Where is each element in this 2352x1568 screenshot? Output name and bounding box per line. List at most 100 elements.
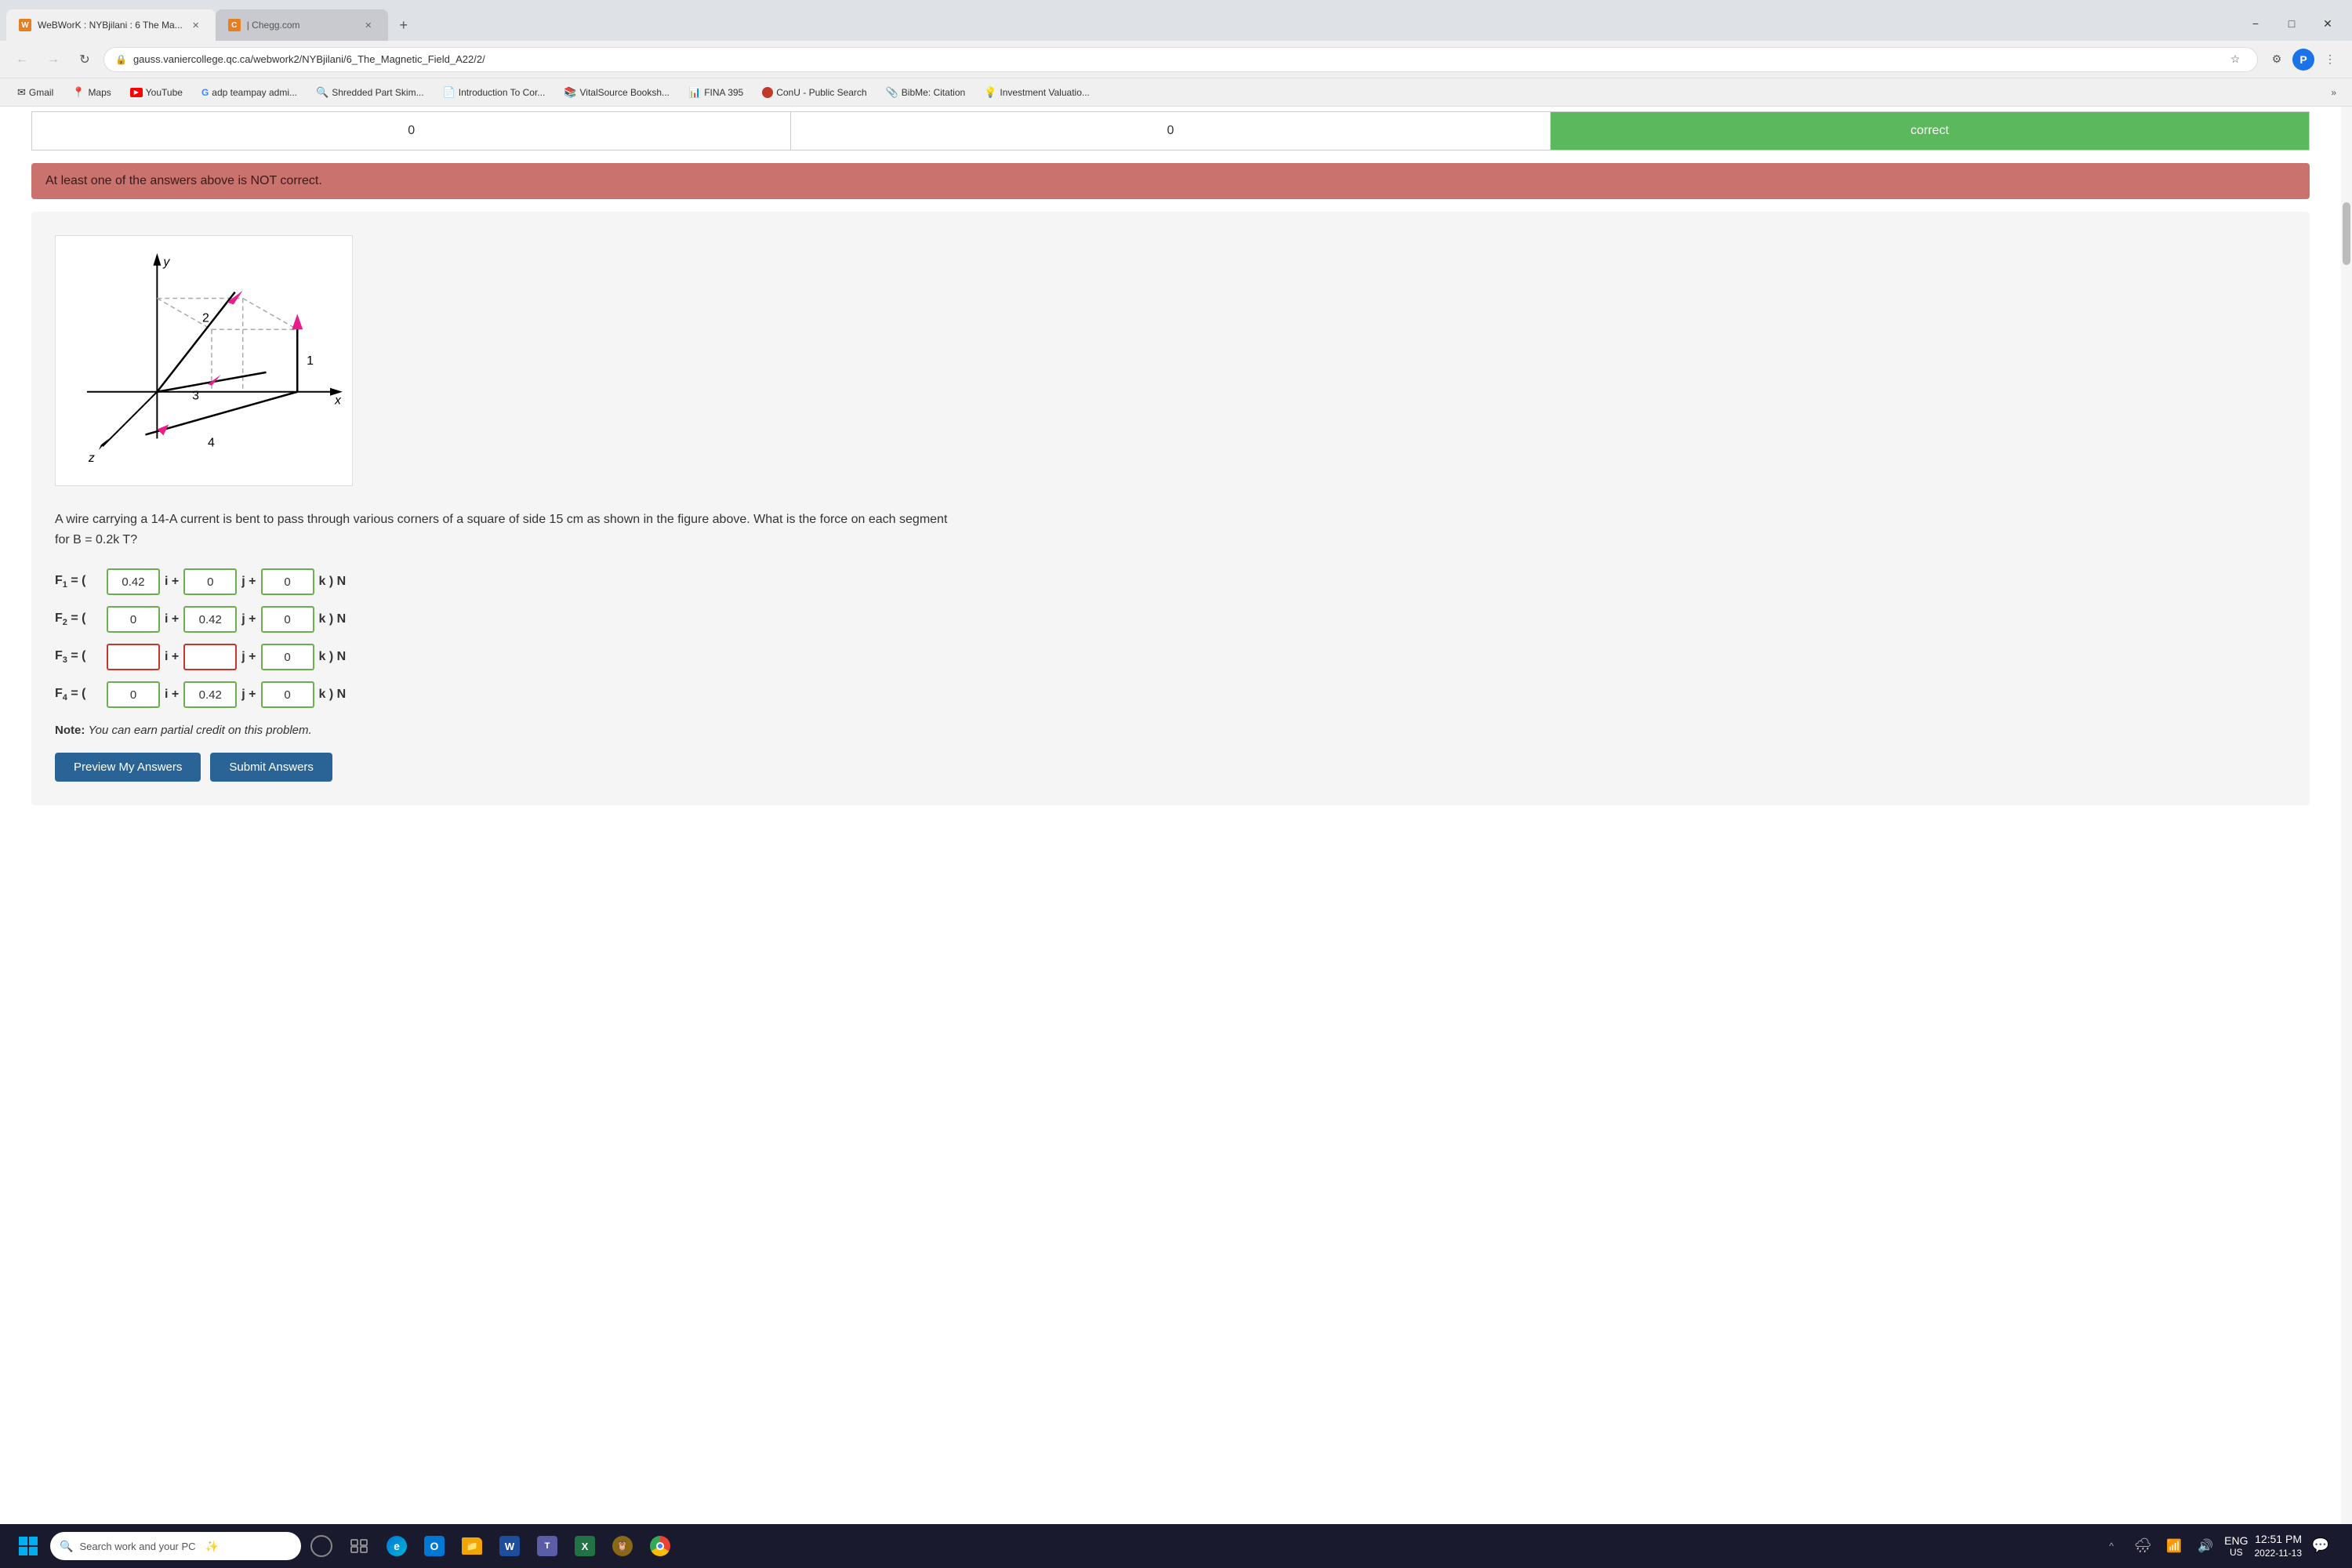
tab-close-chegg[interactable]: ✕ <box>361 18 376 32</box>
teams-taskbar-icon[interactable]: T <box>530 1529 564 1563</box>
browser-content: 0 0 correct At least one of the answers … <box>0 107 2352 1524</box>
bookmark-conu-label: ConU - Public Search <box>776 87 866 98</box>
force-2-label: F2 = ( <box>55 612 102 627</box>
bookmark-intro[interactable]: 📄 Introduction To Cor... <box>435 83 554 102</box>
language-indicator[interactable]: ENG US <box>2224 1534 2248 1558</box>
bookmark-bibme[interactable]: 📎 BibMe: Citation <box>878 83 974 102</box>
start-button[interactable] <box>9 1527 47 1565</box>
scrollbar-thumb[interactable] <box>2343 202 2350 265</box>
cortana-button[interactable] <box>304 1529 339 1563</box>
excel-taskbar-icon[interactable]: X <box>568 1529 602 1563</box>
bookmark-fina[interactable]: 📊 FINA 395 <box>681 83 751 102</box>
chrome-logo-icon <box>650 1536 670 1556</box>
notification-center-icon[interactable]: 💬 <box>2308 1534 2333 1559</box>
outlook-logo-icon: O <box>424 1536 445 1556</box>
bookmarks-more-button[interactable]: » <box>2325 84 2343 101</box>
force-1-k-component: k ) N <box>319 575 347 589</box>
edge-taskbar-icon[interactable]: e <box>379 1529 414 1563</box>
system-tray: ^ 🌧 📶 🔊 ENG US 12:51 PM 2022-11-13 <box>2089 1532 2343 1560</box>
tab-label-chegg: | Chegg.com <box>247 20 355 31</box>
tab-close-webwork[interactable]: ✕ <box>189 18 203 32</box>
bookmarks-bar: ✉ Gmail 📍 Maps ▶ YouTube G adp teampay a… <box>0 78 2352 107</box>
browser-frame: W WeBWorK : NYBjilani : 6 The Ma... ✕ C … <box>0 0 2352 1568</box>
reload-button[interactable]: ↻ <box>72 47 97 72</box>
unknown-taskbar-icon[interactable]: 🦉 <box>605 1529 640 1563</box>
back-button[interactable]: ← <box>9 47 34 72</box>
force-1-k-input[interactable]: 0 <box>261 568 314 595</box>
bookmark-fina-label: FINA 395 <box>704 87 743 98</box>
tab-label-webwork: WeBWorK : NYBjilani : 6 The Ma... <box>38 20 183 31</box>
bookmark-adp[interactable]: G adp teampay admi... <box>194 84 305 101</box>
more-menu-icon[interactable]: ⋮ <box>2318 47 2343 72</box>
bookmark-maps[interactable]: 📍 Maps <box>64 83 119 102</box>
url-bar[interactable]: 🔒 gauss.vaniercollege.qc.ca/webwork2/NYB… <box>103 47 2258 72</box>
extensions-icon[interactable]: ⚙ <box>2264 47 2289 72</box>
force-3-k-input[interactable]: 0 <box>261 644 314 670</box>
network-icon[interactable]: 📶 <box>2161 1534 2187 1559</box>
force-3-j-input[interactable] <box>183 644 237 670</box>
bookmark-youtube[interactable]: ▶ YouTube <box>122 84 191 101</box>
taskbar-search-icon: 🔍 <box>60 1540 73 1553</box>
bookmark-adp-label: adp teampay admi... <box>212 87 297 98</box>
force-4-k-input[interactable]: 0 <box>261 681 314 708</box>
minimize-button[interactable]: − <box>2238 11 2274 36</box>
task-view-icon <box>350 1539 368 1553</box>
bookmark-maps-label: Maps <box>88 87 111 98</box>
bookmark-star-icon[interactable]: ☆ <box>2224 49 2246 71</box>
maximize-button[interactable]: □ <box>2274 11 2310 36</box>
bookmark-conu[interactable]: ConU - Public Search <box>754 84 874 101</box>
clock-time: 12:51 PM <box>2255 1532 2303 1548</box>
files-taskbar-icon[interactable]: 📁 <box>455 1529 489 1563</box>
page-inner: 0 0 correct At least one of the answers … <box>0 107 2341 1524</box>
word-taskbar-icon[interactable]: W <box>492 1529 527 1563</box>
forward-button[interactable]: → <box>41 47 66 72</box>
force-3-j-component: j + <box>241 650 256 664</box>
force-3-i-input[interactable] <box>107 644 160 670</box>
force-2-i-component: i + <box>165 612 179 626</box>
bookmark-vitalsource[interactable]: 📚 VitalSource Booksh... <box>556 83 677 102</box>
vitalsource-icon: 📚 <box>564 86 576 99</box>
force-2-j-component: j + <box>241 612 256 626</box>
bookmark-investment[interactable]: 💡 Investment Valuatio... <box>976 83 1098 102</box>
lock-icon: 🔒 <box>115 54 127 65</box>
force-1-i-input[interactable]: 0.42 <box>107 568 160 595</box>
weather-icon[interactable]: 🌧 <box>2130 1534 2155 1559</box>
error-banner: At least one of the answers above is NOT… <box>31 163 2310 199</box>
taskbar-search-bar[interactable]: 🔍 Search work and your PC ✨ <box>50 1532 301 1560</box>
task-view-button[interactable] <box>342 1529 376 1563</box>
close-button[interactable]: ✕ <box>2310 11 2346 36</box>
volume-icon[interactable]: 🔊 <box>2193 1534 2218 1559</box>
address-bar: ← → ↻ 🔒 gauss.vaniercollege.qc.ca/webwor… <box>0 41 2352 78</box>
clock-date: 2022-11-13 <box>2255 1547 2303 1560</box>
tab-webwork[interactable]: W WeBWorK : NYBjilani : 6 The Ma... ✕ <box>6 9 216 41</box>
force-1-j-input[interactable]: 0 <box>183 568 237 595</box>
force-2-k-input[interactable]: 0 <box>261 606 314 633</box>
force-1-label: F1 = ( <box>55 574 102 590</box>
new-tab-button[interactable]: + <box>391 13 416 38</box>
clock[interactable]: 12:51 PM 2022-11-13 <box>2255 1532 2303 1560</box>
submit-answers-button[interactable]: Submit Answers <box>210 753 332 782</box>
svg-text:1: 1 <box>307 354 314 368</box>
bookmark-investment-label: Investment Valuatio... <box>1000 87 1090 98</box>
force-4-j-input[interactable]: 0.42 <box>183 681 237 708</box>
profile-area[interactable]: P <box>2291 47 2316 72</box>
force-4-i-input[interactable]: 0 <box>107 681 160 708</box>
url-actions: ☆ <box>2224 49 2246 71</box>
table-cell-2: 0 <box>791 112 1550 150</box>
force-2-j-input[interactable]: 0.42 <box>183 606 237 633</box>
window-controls: − □ ✕ <box>2238 11 2352 41</box>
svg-text:y: y <box>162 256 170 269</box>
bookmark-gmail[interactable]: ✉ Gmail <box>9 83 61 102</box>
tab-chegg[interactable]: C | Chegg.com ✕ <box>216 9 388 41</box>
force-2-i-input[interactable]: 0 <box>107 606 160 633</box>
tray-expand-icon[interactable]: ^ <box>2099 1534 2124 1559</box>
teams-logo-icon: T <box>537 1536 557 1556</box>
preview-answers-button[interactable]: Preview My Answers <box>55 753 201 782</box>
note-content: You can earn partial credit on this prob… <box>89 724 312 737</box>
bookmark-shredded[interactable]: 🔍 Shredded Part Skim... <box>308 83 432 102</box>
chrome-taskbar-icon[interactable] <box>643 1529 677 1563</box>
outlook-taskbar-icon[interactable]: O <box>417 1529 452 1563</box>
force-4-label: F4 = ( <box>55 687 102 702</box>
taskbar-search-placeholder: Search work and your PC <box>79 1541 195 1552</box>
scrollbar[interactable] <box>2341 107 2352 1524</box>
